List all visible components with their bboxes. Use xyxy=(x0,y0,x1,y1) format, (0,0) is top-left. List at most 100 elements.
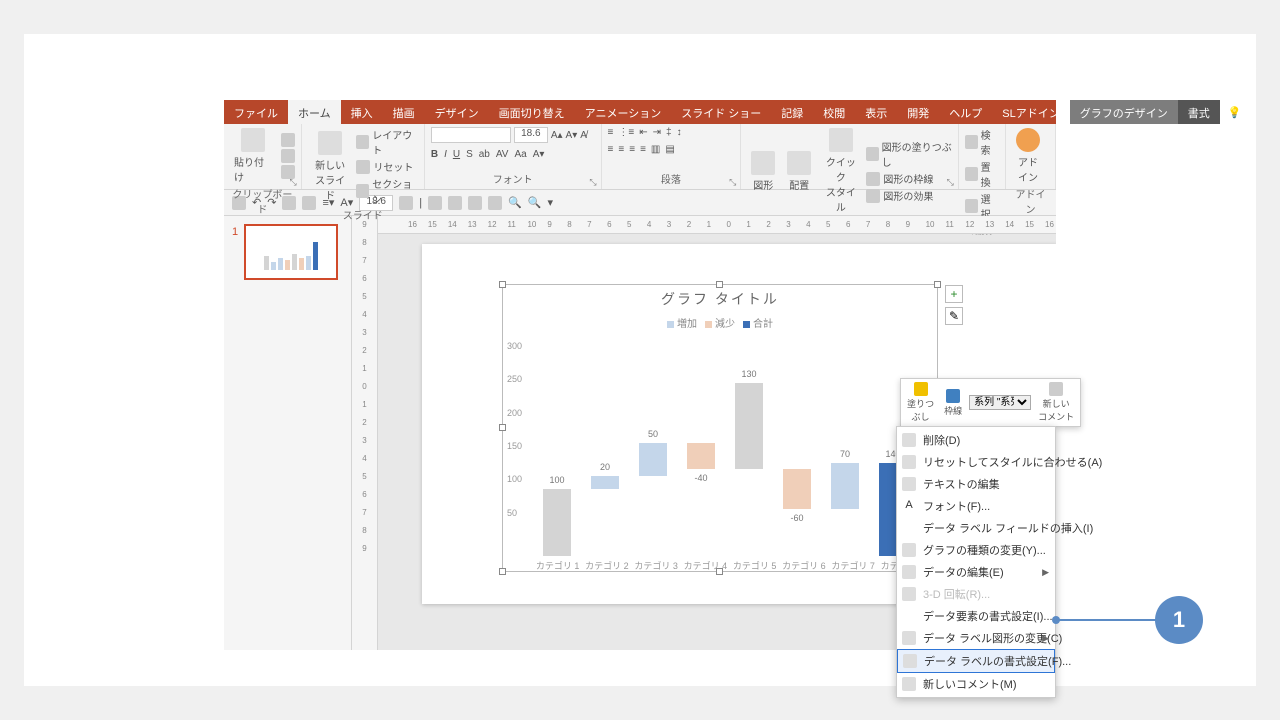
menu-item-9[interactable]: データ ラベル図形の変更(C)▶ xyxy=(897,627,1055,649)
align-center-icon[interactable]: ≡ xyxy=(618,144,624,155)
new-slide-button[interactable]: 新しい スライド xyxy=(308,129,353,204)
data-label-3[interactable]: 50 xyxy=(638,429,668,439)
tab-review[interactable]: 校閲 xyxy=(813,100,855,124)
data-label-7[interactable]: 70 xyxy=(830,449,860,459)
qat-more[interactable]: ▾ xyxy=(548,196,554,209)
italic-button[interactable]: I xyxy=(444,149,447,160)
resize-handle-nw[interactable] xyxy=(499,281,506,288)
tab-file[interactable]: ファイル xyxy=(224,100,288,124)
shape-outline-button[interactable]: 図形の枠線 xyxy=(866,170,951,187)
resize-handle-ne[interactable] xyxy=(934,281,941,288)
menu-item-1[interactable]: リセットしてスタイルに合わせる(A) xyxy=(897,451,1055,473)
shape-effects-button[interactable]: 図形の効果 xyxy=(866,187,951,204)
chart-brush-button[interactable]: ✎ xyxy=(945,307,963,325)
underline-button[interactable]: U xyxy=(453,149,460,160)
bar-7[interactable] xyxy=(831,463,859,510)
series-selector[interactable]: 系列 "系列1" 要 xyxy=(969,395,1031,410)
resize-handle-w[interactable] xyxy=(499,424,506,431)
bar-5[interactable] xyxy=(735,383,763,470)
font-color-button[interactable]: A▾ xyxy=(533,149,545,160)
shadow-button[interactable]: ab xyxy=(479,149,490,160)
justify-icon[interactable]: ≡ xyxy=(640,144,646,155)
mini-outline-button[interactable]: 枠線 xyxy=(941,389,965,417)
addin-button[interactable]: アド イン xyxy=(1012,126,1044,186)
chart-object[interactable]: グラフ タイトル 増加減少合計 カテゴリ 1カテゴリ 2カテゴリ 3カテゴリ 4… xyxy=(502,284,938,572)
bar-6[interactable] xyxy=(783,469,811,509)
copy-icon[interactable] xyxy=(281,149,295,163)
bullets-icon[interactable]: ≡ xyxy=(608,127,614,138)
resize-handle-sw[interactable] xyxy=(499,568,506,575)
bar-1[interactable] xyxy=(543,489,571,556)
qat-icon-7[interactable] xyxy=(488,196,502,210)
arrange-button[interactable]: 配置 xyxy=(783,149,815,194)
chart-plus-button[interactable]: + xyxy=(945,285,963,303)
para-dialog-launcher[interactable]: ⤡ xyxy=(729,177,736,188)
cut-icon[interactable] xyxy=(281,133,295,147)
font-dialog-launcher[interactable]: ⤡ xyxy=(589,177,596,188)
tab-view[interactable]: 表示 xyxy=(855,100,897,124)
data-label-4[interactable]: -40 xyxy=(686,473,716,483)
font-size-combo[interactable]: 18.6 xyxy=(514,127,548,143)
qat-icon-6[interactable] xyxy=(468,196,482,210)
shapes-button[interactable]: 図形 xyxy=(747,149,779,194)
bar-4[interactable] xyxy=(687,443,715,470)
section-button[interactable]: セクション xyxy=(356,175,417,207)
qat-icon-5[interactable] xyxy=(448,196,462,210)
tab-home[interactable]: ホーム xyxy=(288,100,341,124)
zoom-in-icon[interactable]: 🔍 xyxy=(508,196,522,209)
increase-font-icon[interactable]: A▴ xyxy=(551,130,563,141)
align-right-icon[interactable]: ≡ xyxy=(629,144,635,155)
data-label-6[interactable]: -60 xyxy=(782,513,812,523)
menu-item-3[interactable]: Aフォント(F)... xyxy=(897,495,1055,517)
menu-item-11[interactable]: 新しいコメント(M) xyxy=(897,673,1055,695)
quickstyle-button[interactable]: クイック スタイル xyxy=(819,126,862,216)
thumbnail-pane[interactable]: 1 xyxy=(224,216,352,650)
font-name-combo[interactable] xyxy=(431,127,511,143)
data-label-1[interactable]: 100 xyxy=(542,475,572,485)
chart-legend[interactable]: 増加減少合計 xyxy=(503,313,937,332)
align-left-icon[interactable]: ≡ xyxy=(608,144,614,155)
case-button[interactable]: Aa xyxy=(514,149,526,160)
columns-icon[interactable]: ▥ xyxy=(651,144,660,155)
tab-format[interactable]: 書式 xyxy=(1178,100,1220,124)
tab-record[interactable]: 記録 xyxy=(771,100,813,124)
qat-icon-4[interactable] xyxy=(428,196,442,210)
decrease-font-icon[interactable]: A▾ xyxy=(566,130,578,141)
bold-button[interactable]: B xyxy=(431,149,438,160)
tab-draw[interactable]: 描画 xyxy=(383,100,425,124)
resize-handle-n[interactable] xyxy=(716,281,723,288)
reset-button[interactable]: リセット xyxy=(356,158,417,175)
mini-comment-button[interactable]: 新しい コメント xyxy=(1035,382,1077,423)
smartart-icon[interactable]: ▤ xyxy=(665,144,674,155)
tab-sladdin[interactable]: SLアドイン xyxy=(992,100,1069,124)
mini-fill-button[interactable]: 塗りつ ぶし xyxy=(904,382,937,423)
paste-button[interactable]: 貼り付け xyxy=(230,126,277,186)
data-label-5[interactable]: 130 xyxy=(734,369,764,379)
menu-item-4[interactable]: データ ラベル フィールドの挿入(I) xyxy=(897,517,1055,539)
layout-button[interactable]: レイアウト xyxy=(356,126,417,158)
strike-button[interactable]: S xyxy=(466,149,473,160)
menu-item-8[interactable]: データ要素の書式設定(I)... xyxy=(897,605,1055,627)
menu-item-6[interactable]: データの編集(E)▶ xyxy=(897,561,1055,583)
tell-me[interactable]: 💡 何をしますか xyxy=(1220,100,1265,124)
menu-item-5[interactable]: グラフの種類の変更(Y)... xyxy=(897,539,1055,561)
data-label-2[interactable]: 20 xyxy=(590,462,620,472)
slide-thumbnail-1[interactable]: 1 xyxy=(244,224,338,280)
chart-plot[interactable]: カテゴリ 1カテゴリ 2カテゴリ 3カテゴリ 4カテゴリ 5カテゴリ 6カテゴリ… xyxy=(533,336,927,556)
bar-2[interactable] xyxy=(591,476,619,489)
indent-inc-icon[interactable]: ⇥ xyxy=(653,127,661,138)
replace-button[interactable]: 置換 xyxy=(965,158,999,190)
tab-chart-design[interactable]: グラフのデザイン xyxy=(1070,100,1178,124)
text-dir-icon[interactable]: ↕ xyxy=(677,127,682,138)
line-spacing-icon[interactable]: ‡ xyxy=(666,127,672,138)
clipboard-dialog-launcher[interactable]: ⤡ xyxy=(290,177,297,188)
tab-slideshow[interactable]: スライド ショー xyxy=(671,100,771,124)
tab-insert[interactable]: 挿入 xyxy=(341,100,383,124)
numbering-icon[interactable]: ⋮≡ xyxy=(618,127,634,138)
menu-item-10[interactable]: データ ラベルの書式設定(F)... xyxy=(897,649,1055,673)
shapes-dialog-launcher[interactable]: ⤡ xyxy=(947,177,954,188)
spacing-button[interactable]: AV xyxy=(496,149,509,160)
menu-item-0[interactable]: 削除(D) xyxy=(897,429,1055,451)
clear-format-icon[interactable]: A̸ xyxy=(580,130,587,141)
shape-fill-button[interactable]: 図形の塗りつぶし xyxy=(866,138,951,170)
